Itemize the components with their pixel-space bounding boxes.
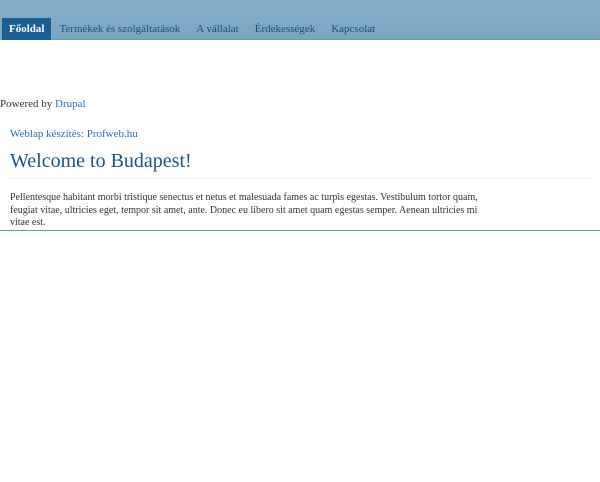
nav-item-kapcsolat[interactable]: Kapcsolat xyxy=(323,18,383,40)
drupal-link[interactable]: Drupal xyxy=(55,98,86,110)
site-credit: Weblap készítés: Profweb.hu xyxy=(10,128,138,140)
main-menu: Főoldal Termékek és szolgáltatások A vál… xyxy=(2,18,383,40)
article-body: Pellentesque habitant morbi tristique se… xyxy=(10,192,478,228)
page-title: Welcome to Budapest! xyxy=(10,150,192,172)
nav-item-a-vallalat[interactable]: A vállalat xyxy=(188,18,246,40)
powered-by: Powered by Drupal xyxy=(0,98,86,110)
nav-item-erdekessegek[interactable]: Érdekességek xyxy=(247,18,323,40)
title-divider xyxy=(10,178,590,179)
nav-item-fooldal[interactable]: Főoldal xyxy=(2,18,52,40)
powered-by-label: Powered by xyxy=(0,98,55,110)
credit-label: Weblap készítés: xyxy=(10,128,87,140)
nav-item-termekek[interactable]: Termékek és szolgáltatások xyxy=(51,18,188,40)
profweb-link[interactable]: Profweb.hu xyxy=(87,128,138,140)
main-navigation-bar: Főoldal Termékek és szolgáltatások A vál… xyxy=(0,0,600,40)
content-bottom-divider xyxy=(0,230,600,231)
